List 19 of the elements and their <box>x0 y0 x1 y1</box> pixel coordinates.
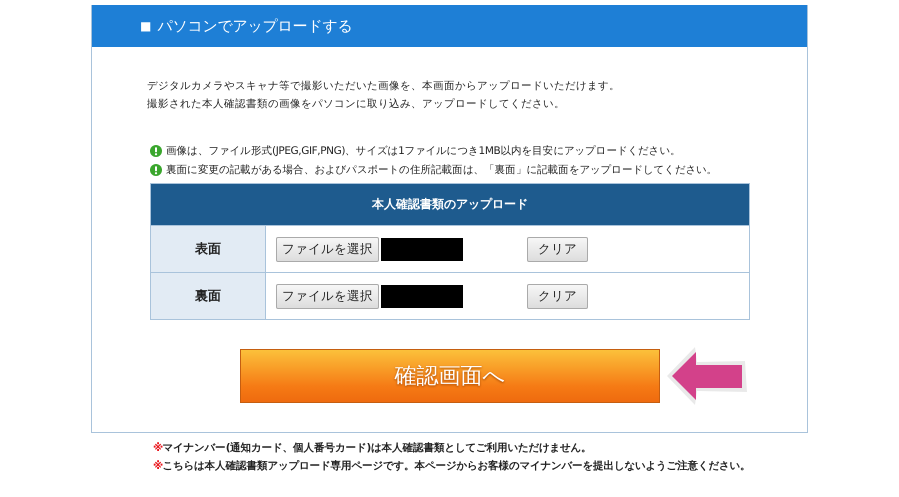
note-text: こちらは本人確認書類アップロード専用ページです。本ページからお客様のマイナンバーを提出しないようご注意ください。 <box>162 458 751 474</box>
choose-file-button[interactable]: ファイルを選択 <box>276 284 379 308</box>
panel-title: パソコンでアップロードする <box>157 16 352 36</box>
square-bullet-icon: ■ <box>140 19 152 33</box>
intro-text: デジタルカメラやスキャナ等で撮影いただいた画像を、本画面からアップロードいただけます。 <box>147 79 621 94</box>
choose-file-button[interactable]: ファイルを選択 <box>276 236 379 262</box>
table-header: 本人確認書類のアップロード <box>151 184 749 225</box>
exclamation-icon <box>150 164 162 176</box>
note-text: マイナンバー(通知カード、個人番号カード)は本人確認書類としてご利用いただけません。 <box>162 441 592 456</box>
clear-button[interactable]: クリア <box>527 236 588 262</box>
hint-text: 裏面に変更の記載がある場合、およびパスポートの住所記載面は、「裏面」に記載面をアップロードしてください。 <box>166 162 718 176</box>
note-mark: ※ <box>153 459 163 474</box>
clear-button[interactable]: クリア <box>527 284 588 308</box>
row-label: 表面 <box>151 226 266 272</box>
intro-text: 撮影された本人確認書類の画像をパソコンに取り込み、アップロードしてください。 <box>147 97 566 112</box>
note-mark: ※ <box>153 441 163 456</box>
hint-text: 画像は、ファイル形式(JPEG,GIF,PNG)、サイズは1ファイルにつき1MB以内を目安にアップロードください。 <box>166 144 680 158</box>
exclamation-icon <box>150 144 162 156</box>
row-label: 裏面 <box>151 273 266 319</box>
